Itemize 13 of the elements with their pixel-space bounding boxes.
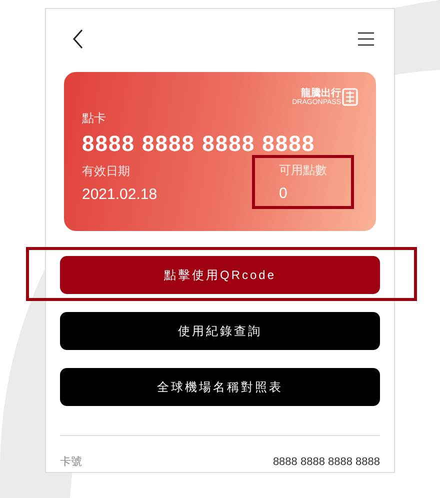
- action-button[interactable]: 使用紀錄查詢: [60, 312, 380, 350]
- card-number: 8888 8888 8888 8888: [82, 131, 316, 157]
- back-icon[interactable]: [72, 29, 84, 49]
- card-type-label: 點卡: [82, 110, 106, 127]
- info-label: 卡號: [60, 455, 82, 469]
- field-label: 可用點數: [279, 162, 327, 179]
- field-value: 0: [279, 185, 288, 202]
- action-button[interactable]: 點擊使用QRcode: [60, 256, 380, 294]
- field-value: 2021.02.18: [82, 186, 158, 203]
- field-label: 有效日期: [82, 163, 131, 180]
- action-button[interactable]: 全球機場名稱對照表: [60, 368, 380, 406]
- info-value: 8888 8888 8888 8888: [272, 456, 380, 468]
- menu-icon[interactable]: [358, 32, 374, 46]
